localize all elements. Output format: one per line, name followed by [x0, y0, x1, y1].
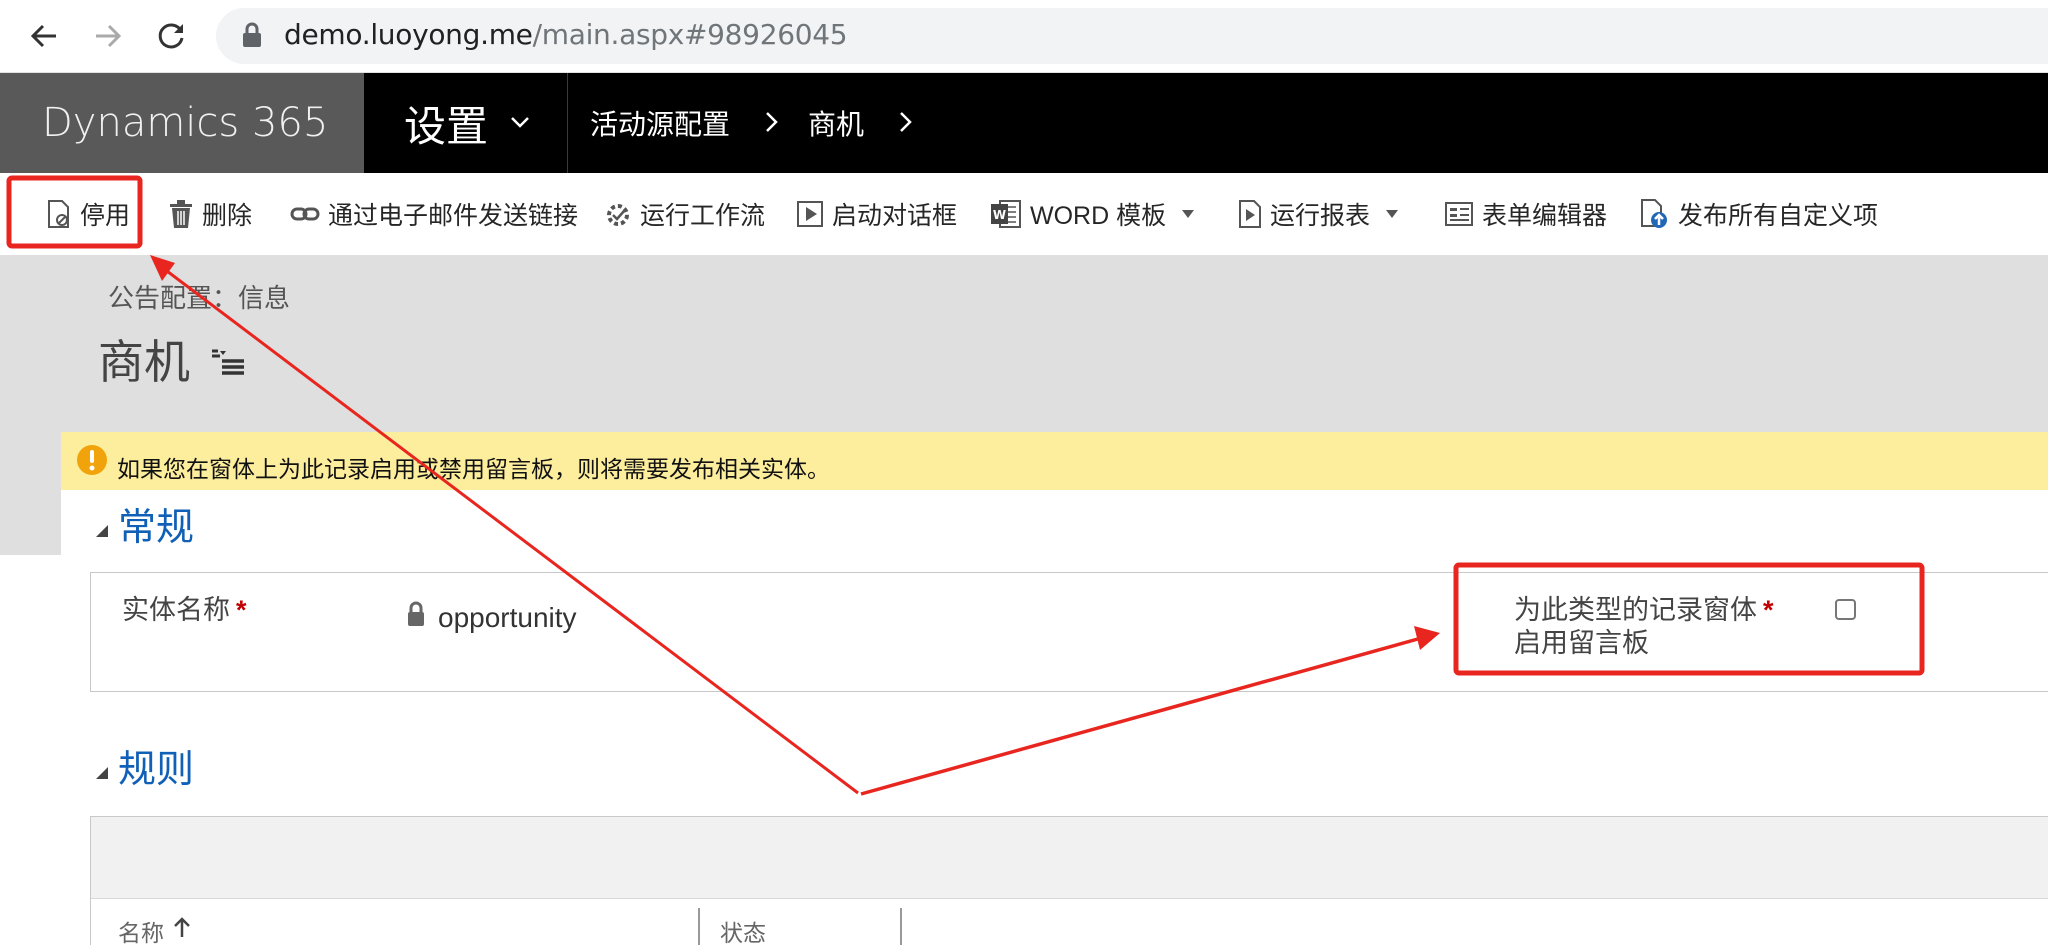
deactivate-button[interactable]: 停用 — [46, 193, 130, 235]
caret-down-icon — [1386, 210, 1399, 218]
column-divider[interactable] — [698, 908, 700, 945]
column-status-label: 状态 — [720, 920, 766, 946]
publish-all-button[interactable]: 发布所有自定义项 — [1638, 193, 1878, 235]
browser-toolbar: demo.luoyong.me/main.aspx#98926045 — [0, 0, 2048, 73]
section-rules-header[interactable]: 规则 — [96, 738, 194, 793]
brand-name: Dynamics 365 — [42, 100, 329, 146]
start-dialog-button[interactable]: 启动对话框 — [796, 193, 957, 235]
forward-button[interactable] — [88, 16, 128, 56]
reload-icon — [158, 23, 184, 49]
lock-icon — [243, 22, 261, 47]
report-icon — [1239, 200, 1261, 228]
enable-wall-label: 为此类型的记录窗体 * 启用留言板 — [1514, 594, 1774, 660]
word-icon: W — [991, 200, 1021, 228]
run-report-button[interactable]: 运行报表 — [1238, 193, 1406, 235]
form-menu-icon[interactable] — [210, 346, 246, 376]
form-editor-button[interactable]: 表单编辑器 — [1444, 193, 1607, 235]
url-path: /main.aspx#98926045 — [532, 18, 848, 51]
forward-arrow-icon — [96, 24, 122, 48]
area-label: 设置 — [404, 102, 489, 150]
word-template-label: WORD 模板 — [1030, 202, 1167, 230]
command-bar: 停用 删除 通过电子邮件发送链接 运行工作流 启动对话框 W WORD 模板 运… — [0, 173, 2048, 255]
email-link-label: 通过电子邮件发送链接 — [328, 202, 579, 230]
publish-icon — [1641, 199, 1667, 228]
delete-button[interactable]: 删除 — [168, 193, 252, 235]
breadcrumb-activity-config[interactable]: 活动源配置 — [590, 73, 730, 173]
deactivate-icon — [48, 200, 69, 228]
section-rules-title: 规则 — [118, 749, 195, 791]
section-general-title: 常规 — [118, 507, 195, 549]
run-workflow-label: 运行工作流 — [640, 202, 766, 230]
required-asterisk: * — [236, 595, 247, 625]
enable-wall-label-line1: 为此类型的记录窗体 — [1514, 595, 1757, 625]
form-editor-icon — [1445, 202, 1473, 226]
run-workflow-button[interactable]: 运行工作流 — [604, 193, 765, 235]
deactivate-label: 停用 — [80, 202, 131, 230]
warning-icon — [77, 445, 107, 475]
collapse-triangle-icon — [96, 524, 108, 537]
section-general-header[interactable]: 常规 — [96, 496, 194, 551]
form-selector[interactable]: 公告配置：信息 — [108, 278, 290, 315]
enable-wall-checkbox[interactable] — [1835, 599, 1856, 620]
workflow-icon — [607, 204, 629, 226]
url-text[interactable]: demo.luoyong.me/main.aspx#98926045 — [284, 18, 848, 51]
column-name-header[interactable]: 名称 — [118, 914, 164, 948]
top-nav-bar: Dynamics 365 设置 活动源配置 商机 — [0, 73, 2048, 173]
form-editor-label: 表单编辑器 — [1482, 202, 1608, 230]
notification-text: 如果您在窗体上为此记录启用或禁用留言板，则将需要发布相关实体。 — [117, 456, 830, 482]
url-host: demo.luoyong.me — [284, 18, 533, 51]
start-dialog-label: 启动对话框 — [832, 202, 958, 230]
brand-tile[interactable]: Dynamics 365 — [0, 73, 364, 173]
entity-name-label-text: 实体名称 — [122, 595, 230, 625]
run-report-label: 运行报表 — [1270, 202, 1371, 230]
publish-all-label: 发布所有自定义项 — [1678, 202, 1879, 230]
trash-icon — [170, 200, 192, 228]
lock-icon — [408, 601, 424, 626]
email-link-button[interactable]: 通过电子邮件发送链接 — [290, 193, 578, 235]
delete-label: 删除 — [202, 202, 253, 230]
required-asterisk: * — [1763, 595, 1774, 625]
chevron-down-icon — [511, 117, 529, 128]
reload-button[interactable] — [152, 16, 192, 56]
back-arrow-icon — [30, 24, 56, 48]
chevron-right-icon — [900, 112, 912, 132]
caret-down-icon — [1182, 210, 1195, 218]
entity-name-value: opportunity — [438, 602, 577, 633]
sort-ascending-icon — [174, 917, 190, 937]
entity-name-label: 实体名称 * — [122, 594, 247, 627]
breadcrumb-opportunity[interactable]: 商机 — [808, 73, 864, 173]
back-button[interactable] — [24, 16, 64, 56]
area-selector[interactable]: 设置 — [364, 73, 568, 173]
collapse-triangle-icon — [96, 766, 108, 779]
enable-wall-label-line2: 启用留言板 — [1514, 628, 1649, 658]
dialog-icon — [797, 201, 823, 227]
column-status-header[interactable]: 状态 — [720, 914, 766, 948]
column-name-label: 名称 — [118, 920, 164, 946]
svg-text:W: W — [993, 208, 1006, 222]
column-divider[interactable] — [900, 908, 902, 945]
page-title: 商机 — [98, 336, 190, 388]
chevron-right-icon — [766, 112, 778, 132]
word-template-button[interactable]: W WORD 模板 — [990, 193, 1202, 235]
rules-grid-header — [91, 898, 2048, 945]
link-icon — [290, 207, 320, 221]
